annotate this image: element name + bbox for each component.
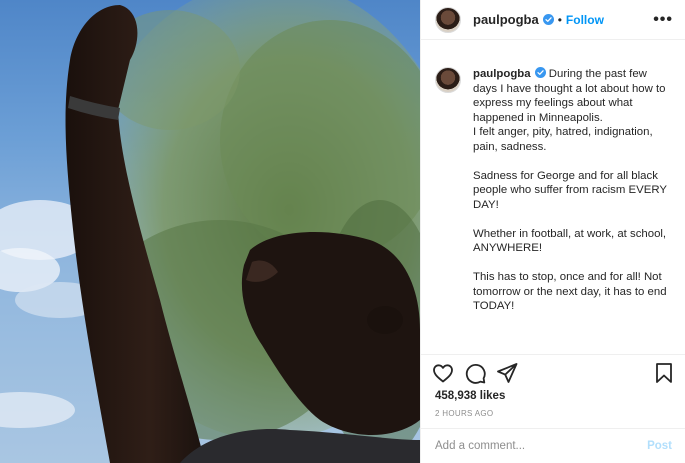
more-options-icon[interactable]: ••• <box>653 11 673 29</box>
comment-input[interactable] <box>435 440 648 452</box>
verified-badge-icon <box>542 14 554 25</box>
header-separator: • <box>557 12 562 27</box>
likes-count[interactable]: 458,938 likes <box>435 390 505 402</box>
post-actions <box>421 356 685 390</box>
follow-button[interactable]: Follow <box>566 13 604 27</box>
speech-bubble-icon[interactable] <box>463 361 487 385</box>
verified-badge-icon <box>534 67 546 78</box>
bookmark-icon[interactable] <box>652 361 676 385</box>
author-username[interactable]: paulpogba <box>473 12 539 27</box>
post-header: paulpogba • Follow ••• <box>421 0 685 40</box>
post-comment-button[interactable]: Post <box>647 440 672 452</box>
caption-section: paulpogba During the past few days I hav… <box>421 49 685 355</box>
caption-text: During the past few days I have thought … <box>473 68 667 312</box>
post-photo[interactable] <box>0 0 420 463</box>
comment-form: Post <box>421 428 685 463</box>
post-details-panel: paulpogba • Follow ••• paulpogba During … <box>420 0 685 463</box>
heart-icon[interactable] <box>431 361 455 385</box>
paper-plane-icon[interactable] <box>495 361 519 385</box>
post-timestamp[interactable]: 2 HOURS AGO <box>435 409 493 418</box>
caption-text-block: paulpogba During the past few days I hav… <box>473 67 672 314</box>
caption-username[interactable]: paulpogba <box>473 68 531 80</box>
caption-row: paulpogba During the past few days I hav… <box>435 67 672 314</box>
caption-avatar[interactable] <box>435 67 461 93</box>
author-avatar[interactable] <box>435 6 461 33</box>
post-photo-art <box>0 0 420 463</box>
